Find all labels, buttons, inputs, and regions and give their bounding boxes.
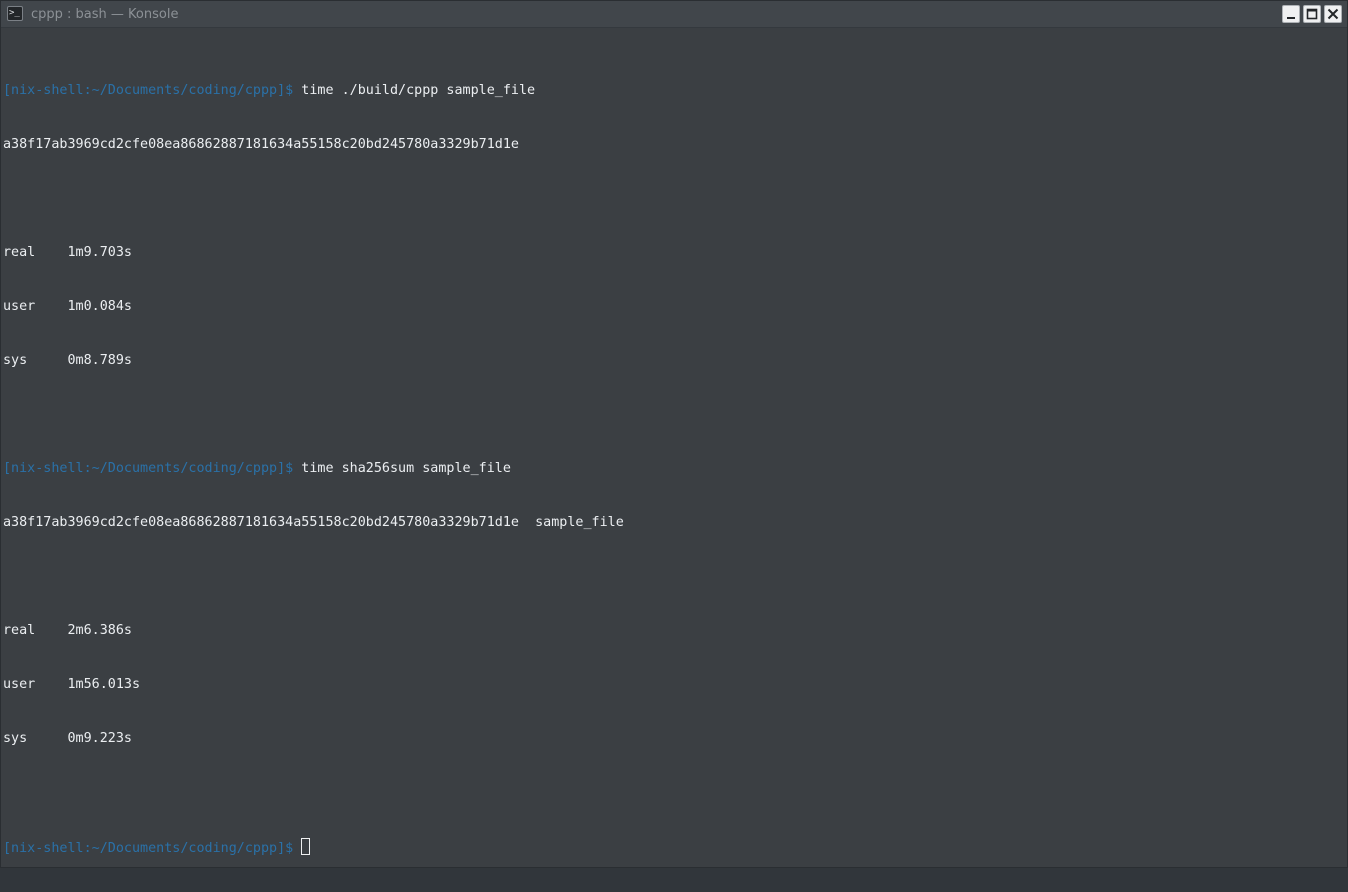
timing-sys: sys 0m9.223s bbox=[3, 731, 132, 746]
maximize-icon bbox=[1306, 8, 1318, 20]
shell-prompt: [nix-shell:~/Documents/coding/cppp]$ bbox=[3, 461, 294, 476]
shell-prompt: [nix-shell:~/Documents/coding/cppp]$ bbox=[3, 841, 294, 856]
timing-user: user 1m56.013s bbox=[3, 677, 141, 692]
current-input[interactable] bbox=[293, 841, 301, 856]
command-line: [nix-shell:~/Documents/coding/cppp]$ tim… bbox=[3, 460, 1343, 478]
terminal-output[interactable]: [nix-shell:~/Documents/coding/cppp]$ tim… bbox=[3, 46, 1343, 861]
minimize-icon bbox=[1287, 17, 1295, 19]
command-line: [nix-shell:~/Documents/coding/cppp]$ tim… bbox=[3, 82, 1343, 100]
hash-output: a38f17ab3969cd2cfe08ea86862887181634a551… bbox=[3, 137, 519, 152]
hash-output: a38f17ab3969cd2cfe08ea86862887181634a551… bbox=[3, 515, 624, 530]
minimize-button[interactable] bbox=[1282, 5, 1300, 23]
close-button[interactable] bbox=[1324, 5, 1342, 23]
text-cursor bbox=[301, 838, 311, 855]
close-icon bbox=[1327, 8, 1339, 20]
title-bar[interactable]: >_ cppp : bash — Konsole bbox=[1, 1, 1347, 28]
terminal-icon[interactable]: >_ bbox=[7, 6, 23, 21]
command-text: time ./build/cppp sample_file bbox=[293, 83, 536, 98]
konsole-window: >_ cppp : bash — Konsole [nix-shell:~/Do… bbox=[0, 0, 1348, 868]
timing-real: real 1m9.703s bbox=[3, 245, 132, 260]
active-command-line[interactable]: [nix-shell:~/Documents/coding/cppp]$ bbox=[3, 838, 1343, 856]
shell-prompt: [nix-shell:~/Documents/coding/cppp]$ bbox=[3, 83, 294, 98]
timing-real: real 2m6.386s bbox=[3, 623, 132, 638]
maximize-button[interactable] bbox=[1303, 5, 1321, 23]
window-title: cppp : bash — Konsole bbox=[31, 7, 179, 22]
command-text: time sha256sum sample_file bbox=[293, 461, 511, 476]
timing-sys: sys 0m8.789s bbox=[3, 353, 132, 368]
timing-user: user 1m0.084s bbox=[3, 299, 132, 314]
